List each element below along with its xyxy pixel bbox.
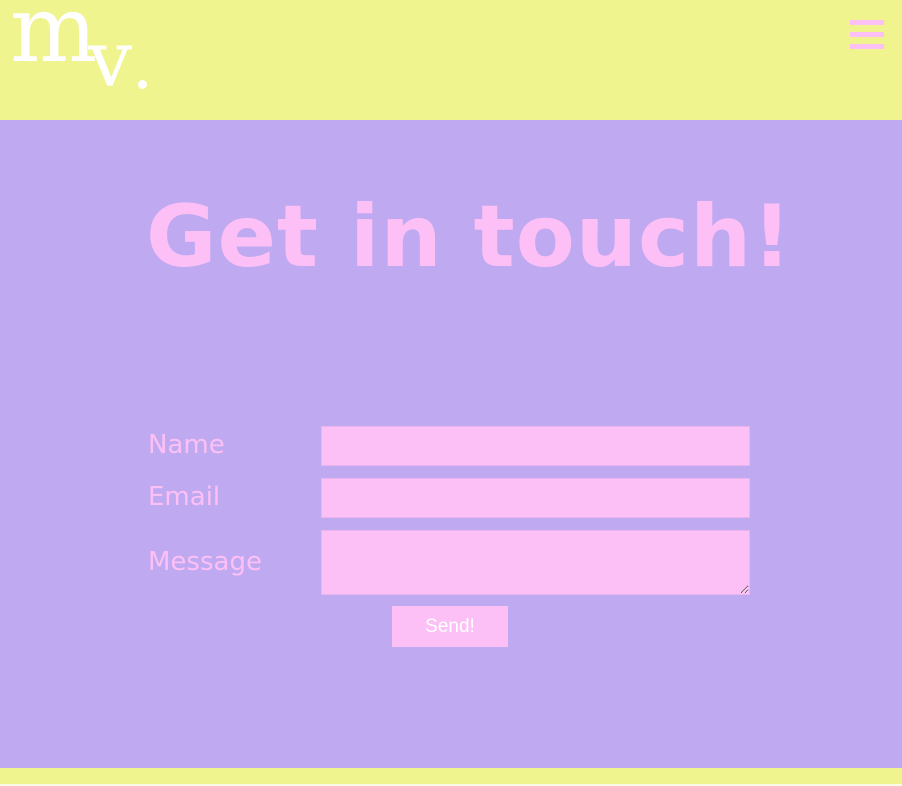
- message-textarea[interactable]: [321, 530, 750, 595]
- menu-bar-bottom: [850, 44, 884, 49]
- logo-letter-v: v: [88, 15, 133, 105]
- menu-bar-top: [850, 20, 884, 25]
- email-input[interactable]: [321, 478, 750, 518]
- email-label: Email: [148, 482, 221, 512]
- page-title: Get in touch!: [146, 187, 793, 287]
- name-label: Name: [148, 430, 225, 460]
- logo-dot: [138, 80, 147, 89]
- message-label: Message: [148, 547, 262, 577]
- site-logo[interactable]: m v: [10, 0, 155, 100]
- site-header: m v: [0, 0, 902, 120]
- menu-bar-middle: [850, 32, 884, 37]
- hamburger-menu-icon[interactable]: [850, 20, 884, 50]
- contact-section: Get in touch! Name Email Message Send!: [0, 120, 902, 768]
- send-button[interactable]: Send!: [392, 606, 508, 647]
- logo-letter-m: m: [10, 0, 97, 83]
- name-input[interactable]: [321, 426, 750, 466]
